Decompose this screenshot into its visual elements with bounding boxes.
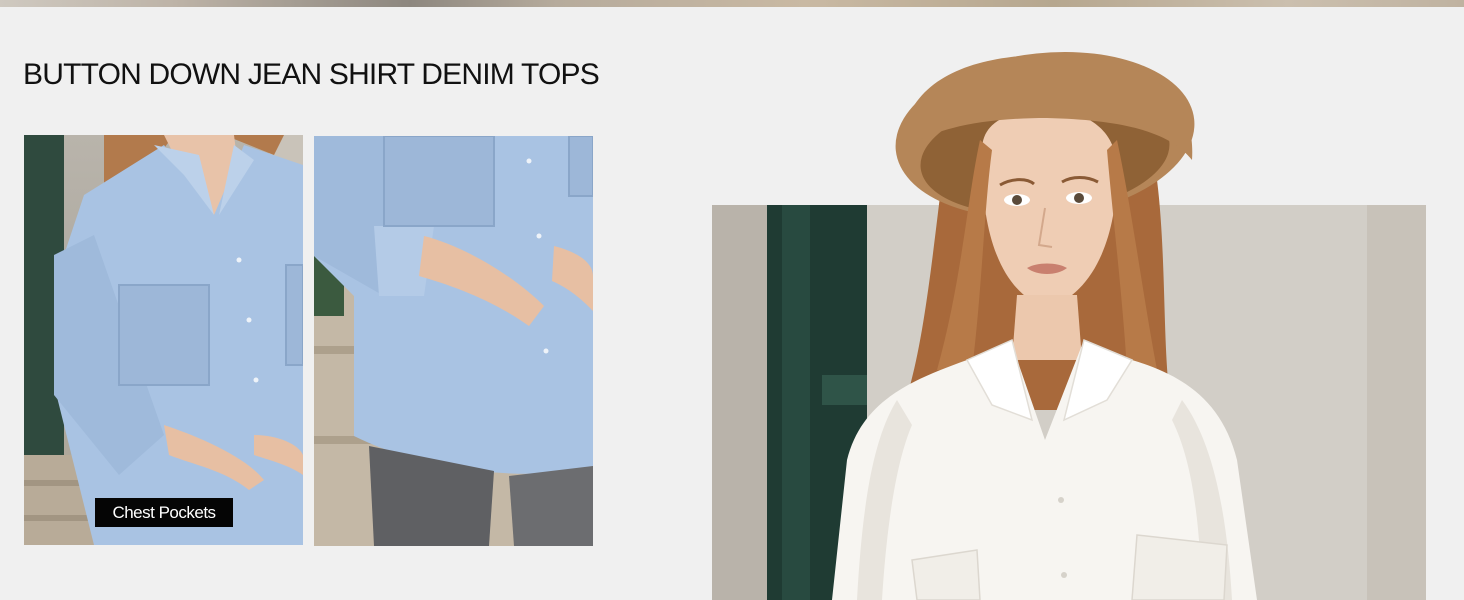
- chest-pockets-illustration: [24, 135, 303, 545]
- caption-chest-pockets: Chest Pockets: [95, 498, 233, 527]
- shirt-hem-illustration: [314, 136, 593, 546]
- hero-model-photo: [712, 40, 1426, 600]
- section-title: BUTTON DOWN JEAN SHIRT DENIM TOPS: [23, 58, 600, 91]
- top-banner-strip: [0, 0, 1464, 7]
- detail-photo-shirt-hem: [314, 136, 593, 546]
- detail-photo-chest-pockets: [24, 135, 303, 545]
- model-in-hat-illustration: [832, 51, 1257, 600]
